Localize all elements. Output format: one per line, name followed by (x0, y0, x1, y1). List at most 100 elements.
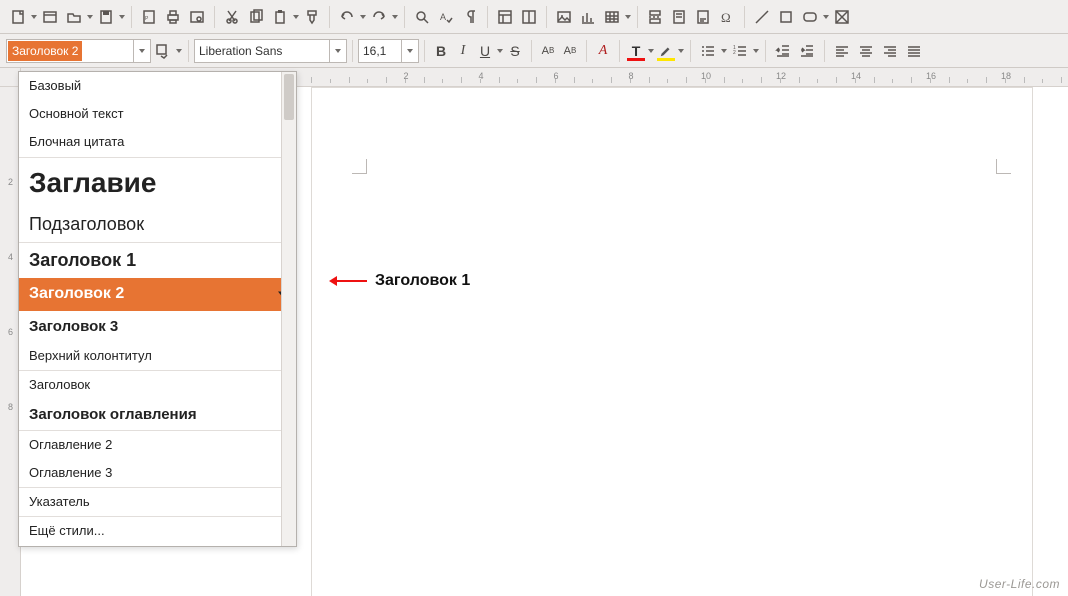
style-option[interactable]: Ещё стили... (19, 517, 296, 545)
align-left-icon[interactable] (830, 39, 854, 63)
main-toolbar: PAΩ (0, 0, 1068, 34)
undo-icon[interactable] (335, 5, 359, 29)
style-update-icon[interactable] (151, 39, 175, 63)
style-update-more[interactable] (175, 49, 183, 53)
font-color-more[interactable] (647, 49, 655, 53)
copy-icon[interactable] (244, 5, 268, 29)
redo-icon[interactable] (367, 5, 391, 29)
page[interactable] (311, 87, 1033, 596)
layout2-icon[interactable] (517, 5, 541, 29)
cut-icon[interactable] (220, 5, 244, 29)
paste-icon[interactable] (268, 5, 292, 29)
style-option[interactable]: Основной текст (19, 100, 296, 128)
formatting-marks-icon[interactable] (458, 5, 482, 29)
highlight-button[interactable] (655, 40, 677, 62)
chart-icon[interactable] (576, 5, 600, 29)
margin-mark-tr (996, 159, 1011, 174)
bullet-more[interactable] (720, 49, 728, 53)
find-icon[interactable] (410, 5, 434, 29)
print-icon[interactable] (161, 5, 185, 29)
paste-icon-more[interactable] (292, 15, 300, 19)
undo-icon-more[interactable] (359, 15, 367, 19)
shape1-icon[interactable] (774, 5, 798, 29)
font-size-dropdown-btn[interactable] (401, 40, 418, 62)
save-icon-more[interactable] (118, 15, 126, 19)
new-icon[interactable] (6, 5, 30, 29)
new-icon-more[interactable] (30, 15, 38, 19)
ruler-number: 12 (776, 71, 786, 81)
number-list-icon[interactable]: 12 (728, 39, 752, 63)
style-option[interactable]: Заголовок (19, 371, 296, 399)
style-option[interactable]: Оглавление 2 (19, 431, 296, 459)
italic-button[interactable]: I (452, 40, 474, 62)
style-option[interactable]: Заголовок 3 (19, 311, 296, 342)
line-icon[interactable] (750, 5, 774, 29)
style-option[interactable]: Оглавление 3 (19, 459, 296, 488)
table-insert-icon[interactable] (600, 5, 624, 29)
shape2-icon-more[interactable] (822, 15, 830, 19)
templates-icon[interactable] (38, 5, 62, 29)
align-right-icon[interactable] (878, 39, 902, 63)
align-justify-icon[interactable] (902, 39, 926, 63)
image-icon[interactable] (552, 5, 576, 29)
vruler-number: 4 (8, 252, 13, 262)
style-option[interactable]: Указатель (19, 488, 296, 517)
pdf-icon[interactable]: P (137, 5, 161, 29)
style-option[interactable]: Верхний колонтитул (19, 342, 296, 371)
annotation-label: Заголовок 1 (375, 272, 470, 290)
font-color-button[interactable]: T (625, 40, 647, 62)
subscript-button[interactable]: AB (559, 40, 581, 62)
format-brush-icon[interactable] (300, 5, 324, 29)
style-option[interactable]: Базовый (19, 72, 296, 100)
open-icon-more[interactable] (86, 15, 94, 19)
font-size-input[interactable] (359, 41, 401, 61)
font-size-combo[interactable] (358, 39, 419, 63)
font-name-dropdown-btn[interactable] (329, 40, 346, 62)
shape2-icon[interactable] (798, 5, 822, 29)
number-more[interactable] (752, 49, 760, 53)
style-option[interactable]: Заголовок оглавления (19, 399, 296, 431)
ruler-number: 14 (851, 71, 861, 81)
style-option[interactable]: Блочная цитата (19, 128, 296, 157)
highlight-more[interactable] (677, 49, 685, 53)
style-option[interactable]: Подзаголовок (19, 207, 296, 243)
bullet-list-icon[interactable] (696, 39, 720, 63)
symbol-icon[interactable]: Ω (715, 5, 739, 29)
table-insert-icon-more[interactable] (624, 15, 632, 19)
save-icon[interactable] (94, 5, 118, 29)
underline-button[interactable]: U (474, 40, 496, 62)
style-option[interactable]: Заголовок 1 (19, 243, 296, 278)
spellcheck-icon[interactable]: A (434, 5, 458, 29)
preview-icon[interactable] (185, 5, 209, 29)
open-icon[interactable] (62, 5, 86, 29)
bold-button[interactable]: B (430, 40, 452, 62)
style-option[interactable]: Заголовок 2 (19, 278, 296, 310)
svg-text:Ω: Ω (721, 10, 731, 25)
ruler-number: 18 (1001, 71, 1011, 81)
page-break-icon[interactable] (643, 5, 667, 29)
svg-text:2: 2 (733, 50, 736, 56)
svg-text:A: A (440, 12, 446, 22)
paragraph-style-combo[interactable]: Заголовок 2 (6, 39, 151, 63)
superscript-button[interactable]: AB (537, 40, 559, 62)
underline-more[interactable] (496, 49, 504, 53)
annotation: Заголовок 1 (331, 272, 470, 290)
endnote-icon[interactable] (691, 5, 715, 29)
style-option[interactable]: Заглавие (19, 158, 296, 207)
clear-formatting-button[interactable]: A (592, 40, 614, 62)
vruler-number: 8 (8, 402, 13, 412)
indent-inc-icon[interactable] (795, 39, 819, 63)
align-center-icon[interactable] (854, 39, 878, 63)
indent-dec-icon[interactable] (771, 39, 795, 63)
font-name-input[interactable] (195, 41, 329, 61)
scrollbar-thumb[interactable] (284, 74, 294, 120)
scrollbar[interactable] (281, 72, 296, 546)
layout1-icon[interactable] (493, 5, 517, 29)
paragraph-style-dropdown-btn[interactable] (133, 40, 150, 62)
watermark: User-Life.com (979, 577, 1060, 591)
redo-icon-more[interactable] (391, 15, 399, 19)
strike-button[interactable]: S (504, 40, 526, 62)
shape3-icon[interactable] (830, 5, 854, 29)
font-name-combo[interactable] (194, 39, 347, 63)
footnote-icon[interactable] (667, 5, 691, 29)
